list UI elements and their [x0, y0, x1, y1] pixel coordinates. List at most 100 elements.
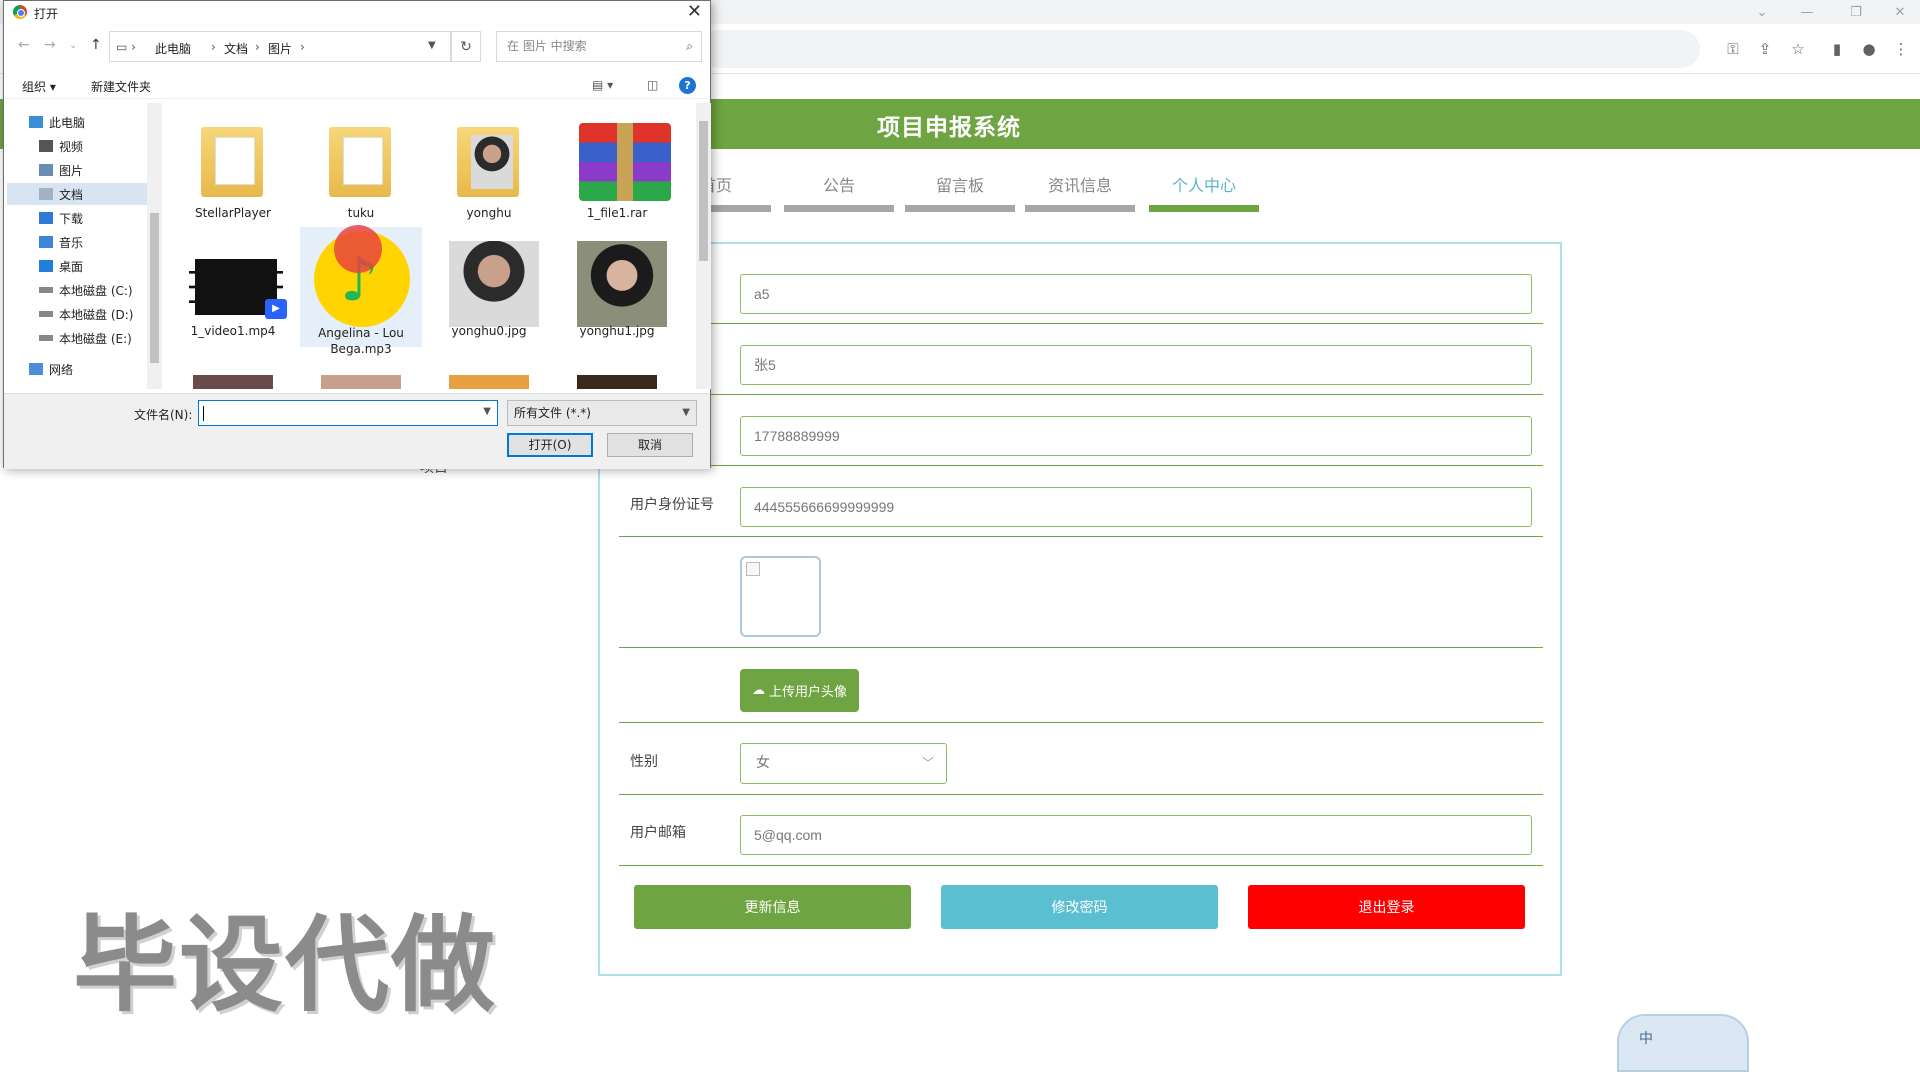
restore-icon[interactable]: ❐: [1836, 0, 1876, 24]
archive-icon: [577, 119, 671, 201]
tree-item-drive-e[interactable]: 本地磁盘 (E:): [39, 327, 132, 349]
tree-scrollbar[interactable]: [147, 103, 162, 389]
tab-search-icon[interactable]: ⌄: [1742, 0, 1782, 24]
path-breadcrumb[interactable]: ▭ › 此电脑 › 文档 › 图片 › ▼: [109, 31, 451, 62]
file-name: Angelina - Lou Bega.mp3: [318, 326, 404, 356]
tree-item-documents[interactable]: 文档: [7, 183, 147, 205]
tree-item-drive-c[interactable]: 本地磁盘 (C:): [39, 279, 133, 301]
gender-select[interactable]: 女 ﹀: [740, 743, 947, 784]
file-item-video[interactable]: ▶ 1_video1.mp4: [172, 231, 294, 351]
update-info-button[interactable]: 更新信息: [634, 885, 911, 929]
chevron-down-icon: ﹀: [921, 756, 934, 770]
nav-announcements[interactable]: 公告: [784, 162, 894, 212]
file-name: yonghu0.jpg: [451, 324, 527, 338]
files-scrollbar[interactable]: [696, 103, 711, 389]
tree-item-drive-d[interactable]: 本地磁盘 (D:): [39, 303, 133, 325]
id-number-label: 用户身份证号: [630, 497, 714, 513]
network-icon: [29, 363, 43, 375]
image-thumbnail: [449, 375, 529, 389]
file-name: yonghu1.jpg: [579, 324, 655, 338]
chrome-logo-icon: [13, 5, 27, 19]
up-arrow-icon[interactable]: ↑: [90, 37, 102, 53]
file-item-folder[interactable]: StellarPlayer: [172, 109, 294, 229]
file-item-archive[interactable]: 1_file1.rar: [556, 109, 678, 229]
email-field[interactable]: [740, 815, 1532, 855]
back-arrow-icon[interactable]: ←: [18, 37, 30, 53]
site-title: 项目申报系统: [877, 115, 1021, 141]
breadcrumb-pictures[interactable]: 图片: [268, 40, 292, 57]
file-item-folder[interactable]: tuku: [300, 109, 422, 229]
side-panel-icon[interactable]: ▮: [1824, 36, 1850, 62]
tree-item-this-pc[interactable]: 此电脑: [29, 111, 85, 133]
scrollbar-thumb[interactable]: [150, 213, 159, 363]
share-icon[interactable]: ⇪: [1752, 36, 1778, 62]
realname-field[interactable]: [740, 345, 1532, 385]
logout-button[interactable]: 退出登录: [1248, 885, 1525, 929]
tree-item-label: 本地磁盘 (C:): [59, 283, 133, 298]
id-number-field[interactable]: [740, 487, 1532, 527]
nav-personal-center[interactable]: 个人中心: [1149, 162, 1259, 212]
key-icon[interactable]: ⚿: [1720, 36, 1746, 62]
file-item-partial[interactable]: [300, 365, 422, 389]
picture-folder-icon: [39, 164, 53, 176]
desktop-folder-icon: [39, 260, 53, 272]
chevron-down-icon[interactable]: ▼: [428, 40, 436, 51]
file-item-partial[interactable]: [428, 365, 550, 389]
music-file-icon: ♪: [314, 225, 410, 327]
drive-icon: [39, 335, 53, 341]
upload-avatar-button[interactable]: ☁ 上传用户头像: [740, 669, 859, 712]
minimize-icon[interactable]: —: [1787, 0, 1827, 24]
folder-icon: [321, 119, 401, 199]
image-thumbnail: [577, 241, 667, 327]
ime-widget[interactable]: 中: [1617, 1014, 1749, 1072]
file-item-image[interactable]: yonghu0.jpg: [428, 231, 550, 351]
forward-arrow-icon[interactable]: →: [44, 37, 56, 53]
navigation-tree: 此电脑 视频 图片 文档 下载 音乐 桌面 本地磁盘 (C:) 本地磁盘 (D:…: [4, 103, 147, 389]
bookmark-star-icon[interactable]: ☆: [1785, 36, 1811, 62]
phone-field[interactable]: [740, 416, 1532, 456]
scrollbar-thumb[interactable]: [699, 121, 708, 261]
chevron-down-icon[interactable]: ▼: [483, 406, 491, 417]
nav-underline: [1025, 205, 1135, 212]
nav-news-label: 资讯信息: [1047, 176, 1112, 195]
drive-icon: [39, 311, 53, 317]
nav-message-board[interactable]: 留言板: [905, 162, 1015, 212]
recent-locations-icon[interactable]: ⌄: [69, 40, 77, 51]
cancel-button[interactable]: 取消: [607, 433, 693, 457]
file-item-partial[interactable]: [556, 365, 678, 389]
profile-icon[interactable]: ●: [1856, 36, 1882, 62]
refresh-icon[interactable]: ↻: [451, 31, 481, 62]
file-item-audio[interactable]: ♪ Angelina - Lou Bega.mp3: [300, 225, 422, 356]
tree-item-desktop[interactable]: 桌面: [39, 255, 83, 277]
breadcrumb-this-pc[interactable]: 此电脑: [155, 40, 191, 57]
image-thumbnail: [577, 375, 657, 389]
preview-pane-icon[interactable]: ◫: [647, 78, 658, 92]
help-icon[interactable]: ?: [679, 77, 696, 94]
change-password-button[interactable]: 修改密码: [941, 885, 1218, 929]
close-window-icon[interactable]: ✕: [1880, 0, 1920, 24]
tree-item-videos[interactable]: 视频: [39, 135, 83, 157]
close-icon[interactable]: ✕: [687, 1, 702, 22]
tree-item-music[interactable]: 音乐: [39, 231, 83, 253]
menu-icon[interactable]: ⋮: [1888, 36, 1914, 62]
username-field[interactable]: [740, 274, 1532, 314]
address-bar[interactable]: [700, 30, 1700, 68]
file-item-folder[interactable]: yonghu: [428, 109, 550, 229]
nav-underline: [905, 205, 1015, 212]
new-folder-button[interactable]: 新建文件夹: [91, 78, 151, 95]
organize-menu[interactable]: 组织 ▾: [22, 78, 56, 95]
tree-item-network[interactable]: 网络: [29, 358, 73, 380]
file-type-filter[interactable]: 所有文件 (*.*) ▼: [507, 400, 697, 426]
file-list: StellarPlayer tuku yonghu 1_file1.rar ▶ …: [164, 103, 694, 389]
view-options-icon[interactable]: ▤ ▾: [592, 78, 613, 92]
filename-input[interactable]: ▼: [198, 400, 498, 426]
tree-item-pictures[interactable]: 图片: [39, 159, 83, 181]
file-name: StellarPlayer: [194, 206, 271, 220]
file-item-image[interactable]: yonghu1.jpg: [556, 231, 678, 351]
dialog-search-input[interactable]: 在 图片 中搜索 ⌕: [496, 31, 702, 62]
nav-news[interactable]: 资讯信息: [1025, 162, 1135, 212]
tree-item-downloads[interactable]: 下载: [39, 207, 83, 229]
open-button[interactable]: 打开(O): [507, 433, 593, 457]
breadcrumb-documents[interactable]: 文档: [224, 40, 248, 57]
file-item-partial[interactable]: [172, 365, 294, 389]
